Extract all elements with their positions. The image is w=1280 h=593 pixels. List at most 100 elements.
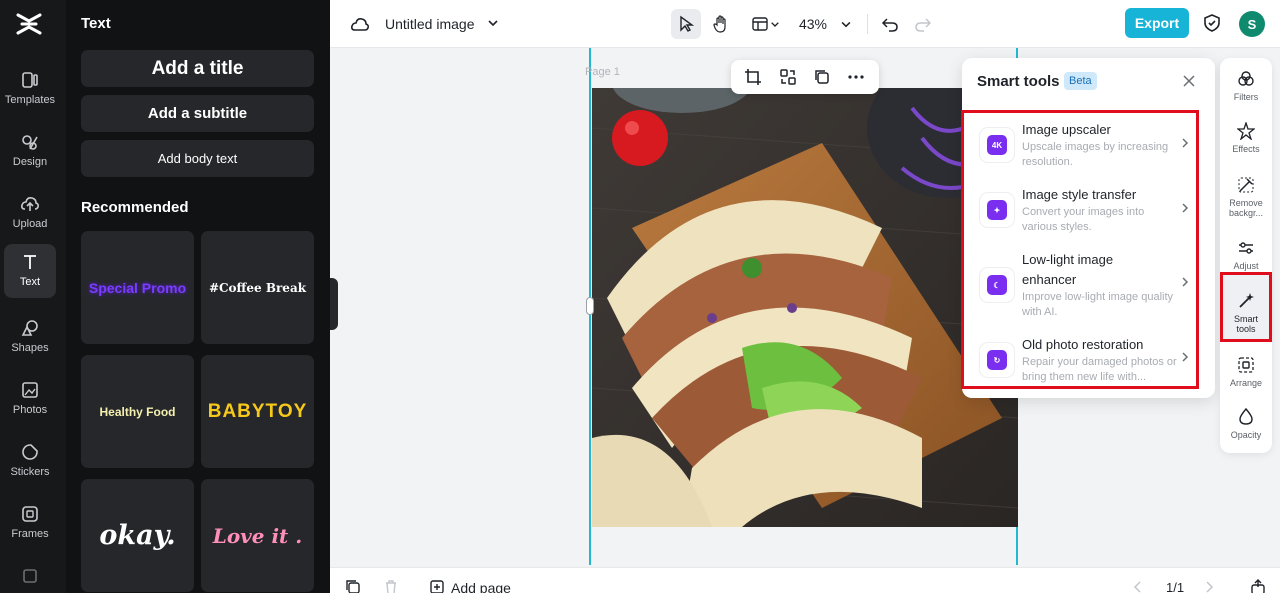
text-preset-card[interactable]: okay. xyxy=(81,479,194,592)
redo-icon xyxy=(915,18,932,32)
document-title[interactable]: Untitled image xyxy=(385,16,475,32)
filters-icon xyxy=(1238,71,1254,86)
rail-label: Templates xyxy=(4,94,56,106)
top-bar: Untitled image 43% Export S xyxy=(330,0,1280,48)
rail-item-photos[interactable]: Photos xyxy=(4,372,56,426)
shield-icon[interactable] xyxy=(1202,13,1222,33)
shapes-icon xyxy=(21,320,38,336)
text-preset-card[interactable]: Love it . xyxy=(201,479,314,592)
cloud-sync-icon xyxy=(351,18,370,31)
rail-label: Stickers xyxy=(10,466,50,478)
rail-label: Frames xyxy=(11,528,49,540)
right-rail-filters[interactable]: Filters xyxy=(1220,70,1272,102)
text-preset-card[interactable]: Special Promo xyxy=(81,231,194,344)
grid-icon xyxy=(23,569,37,583)
opacity-drop-icon xyxy=(1239,408,1253,425)
rail-label: Photos xyxy=(12,404,48,416)
right-rail-effects[interactable]: Effects xyxy=(1220,122,1272,154)
rail-label: Effects xyxy=(1232,144,1260,154)
rail-label: Arrange xyxy=(1229,378,1263,388)
export-button[interactable]: Export xyxy=(1125,8,1189,38)
add-page-icon xyxy=(430,580,444,593)
redo-button[interactable] xyxy=(910,9,936,39)
add-body-text-button[interactable]: Add body text xyxy=(81,140,314,177)
photos-icon xyxy=(22,382,38,398)
right-rail-arrange[interactable]: Arrange xyxy=(1220,356,1272,388)
toolbar-divider xyxy=(867,14,868,34)
hand-tool-button[interactable] xyxy=(706,9,736,39)
design-icon xyxy=(22,135,38,150)
preset-text: Love it . xyxy=(212,523,303,548)
add-title-button[interactable]: Add a title xyxy=(81,50,314,87)
magic-wand-icon xyxy=(1239,293,1254,308)
beta-badge: Beta xyxy=(1064,72,1097,90)
rail-item-design[interactable]: Design xyxy=(4,124,56,178)
rail-label: Upload xyxy=(12,218,48,230)
hand-icon xyxy=(713,15,726,33)
undo-button[interactable] xyxy=(877,9,903,39)
rail-label: Design xyxy=(12,156,48,168)
remove-background-icon xyxy=(1238,177,1254,193)
preset-text: BABYTOY xyxy=(207,400,308,422)
page-counter: 1/1 xyxy=(1166,580,1185,593)
resize-handle-left[interactable] xyxy=(586,297,594,315)
crop-icon[interactable] xyxy=(744,68,762,86)
rail-label: Smart tools xyxy=(1233,314,1258,334)
preset-text: Special Promo xyxy=(88,279,187,296)
left-rail: Templates Design Upload Text Shapes Phot… xyxy=(0,0,66,593)
text-preset-card[interactable]: #Coffee Break xyxy=(201,231,314,344)
right-rail-smart-tools[interactable]: Smart tools xyxy=(1220,292,1272,334)
chevron-down-icon[interactable] xyxy=(486,16,500,30)
cursor-icon xyxy=(680,15,695,32)
rail-item-shapes[interactable]: Shapes xyxy=(4,310,56,364)
text-preset-card[interactable]: BABYTOY xyxy=(201,355,314,468)
capcut-logo-icon[interactable] xyxy=(16,12,42,36)
panel-collapse-handle[interactable] xyxy=(330,278,338,330)
more-icon[interactable] xyxy=(847,68,865,86)
copy-page-icon[interactable] xyxy=(345,579,361,593)
rail-item-stickers[interactable]: Stickers xyxy=(4,434,56,488)
undo-icon xyxy=(881,18,898,32)
layout-tool-button[interactable] xyxy=(746,9,786,39)
chevron-right-icon[interactable] xyxy=(1201,579,1217,593)
duplicate-icon[interactable] xyxy=(813,68,831,86)
right-rail-remove-background[interactable]: Remove backgr... xyxy=(1220,176,1272,218)
bottom-bar: Add page 1/1 xyxy=(330,567,1280,593)
trash-icon[interactable] xyxy=(383,579,399,593)
arrange-icon xyxy=(1238,357,1254,373)
replace-icon[interactable] xyxy=(779,68,797,86)
zoom-dropdown[interactable]: 43% xyxy=(795,9,857,39)
rail-label: Remove backgr... xyxy=(1228,198,1264,218)
smart-tools-title: Smart tools xyxy=(977,73,1060,90)
text-preset-card[interactable]: Healthy Food xyxy=(81,355,194,468)
preset-text: #Coffee Break xyxy=(208,280,307,295)
select-tool-button[interactable] xyxy=(671,9,701,39)
stickers-icon xyxy=(22,444,38,460)
chevron-left-icon[interactable] xyxy=(1130,579,1146,593)
effects-star-icon xyxy=(1237,122,1255,140)
rail-label: Shapes xyxy=(11,342,49,354)
zoom-value: 43% xyxy=(798,16,828,32)
page-label: Page 1 xyxy=(585,66,620,78)
user-avatar[interactable]: S xyxy=(1239,11,1265,37)
taco-photo xyxy=(592,88,1018,527)
canvas-image-tacos[interactable] xyxy=(592,88,1018,527)
recommended-heading: Recommended xyxy=(81,199,189,216)
rail-label: Adjust xyxy=(1233,261,1259,271)
right-rail-opacity[interactable]: Opacity xyxy=(1220,408,1272,440)
share-icon[interactable] xyxy=(1250,579,1266,593)
rail-item-frames[interactable]: Frames xyxy=(4,496,56,550)
rail-item-text[interactable]: Text xyxy=(4,244,56,298)
add-subtitle-button[interactable]: Add a subtitle xyxy=(81,95,314,132)
upload-cloud-icon xyxy=(21,197,40,211)
preset-text: Healthy Food xyxy=(99,404,176,419)
rail-item-templates[interactable]: Templates xyxy=(4,62,56,116)
text-icon xyxy=(24,255,36,269)
panel-title: Text xyxy=(81,15,111,32)
rail-label: Filters xyxy=(1233,92,1259,102)
right-rail-adjust[interactable]: Adjust xyxy=(1220,239,1272,271)
add-page-button[interactable]: Add page xyxy=(451,580,511,593)
rail-item-more[interactable] xyxy=(4,558,56,593)
rail-item-upload[interactable]: Upload xyxy=(4,186,56,240)
close-icon[interactable] xyxy=(1181,73,1197,89)
